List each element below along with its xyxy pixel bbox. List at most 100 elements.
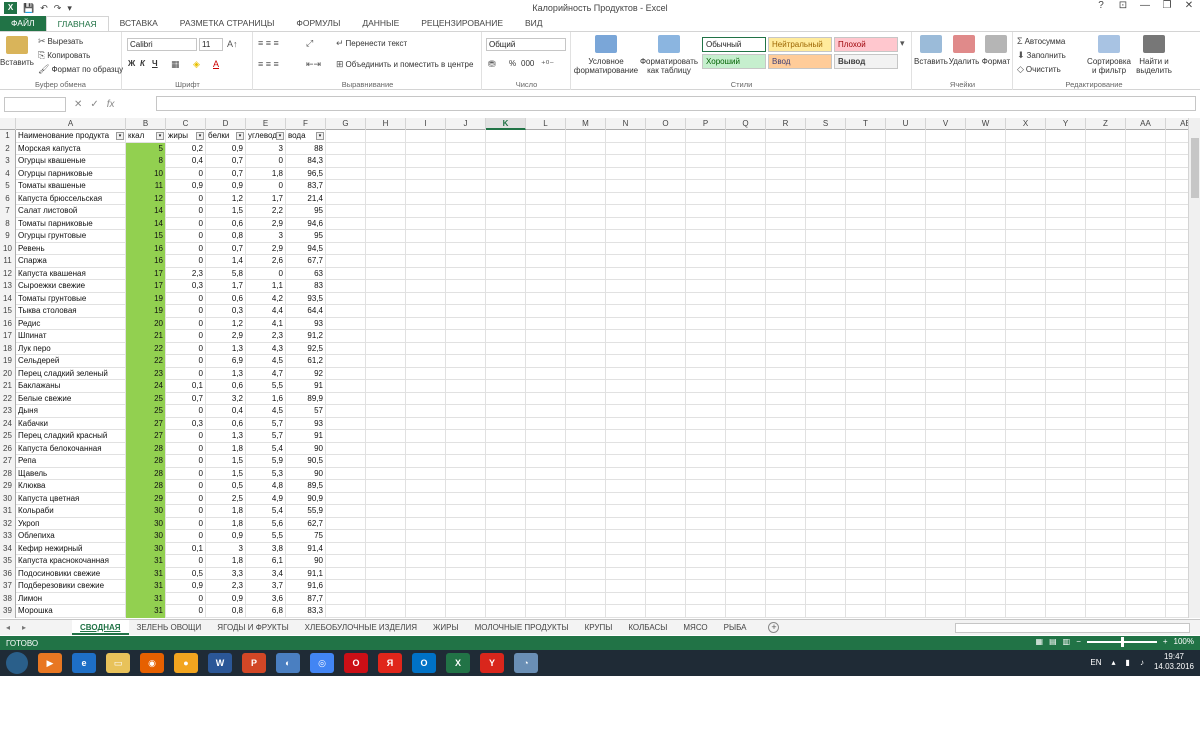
empty-cell[interactable] [646, 192, 686, 205]
empty-cell[interactable] [846, 417, 886, 430]
cell[interactable]: 95 [286, 230, 326, 243]
empty-cell[interactable] [1006, 517, 1046, 530]
sheet-tab[interactable]: ЖИРЫ [425, 620, 467, 635]
empty-cell[interactable] [846, 580, 886, 593]
empty-cell[interactable] [326, 267, 366, 280]
empty-cell[interactable] [566, 342, 606, 355]
select-all-corner[interactable] [0, 118, 16, 130]
empty-cell[interactable] [646, 605, 686, 618]
empty-cell[interactable] [846, 555, 886, 568]
empty-cell[interactable] [446, 255, 486, 268]
filter-dropdown-icon[interactable]: ▾ [236, 132, 244, 140]
cell[interactable]: 20 [126, 317, 166, 330]
row-number[interactable]: 31 [0, 505, 16, 518]
cell[interactable]: Кольраби [16, 505, 126, 518]
empty-cell[interactable] [966, 542, 1006, 555]
empty-cell[interactable] [966, 130, 1006, 143]
cell[interactable]: Сельдерей [16, 355, 126, 368]
empty-cell[interactable] [406, 417, 446, 430]
empty-cell[interactable] [766, 417, 806, 430]
cell[interactable]: 0,6 [206, 380, 246, 393]
empty-cell[interactable] [566, 592, 606, 605]
paste-button[interactable]: Вставить [0, 36, 34, 67]
cell[interactable]: 0,5 [166, 567, 206, 580]
cell[interactable]: Огурцы парниковые [16, 167, 126, 180]
empty-cell[interactable] [406, 592, 446, 605]
cell[interactable]: Облепиха [16, 530, 126, 543]
empty-cell[interactable] [526, 517, 566, 530]
empty-cell[interactable] [566, 467, 606, 480]
excel-taskbar-icon[interactable]: X [446, 653, 470, 673]
wrap-text-button[interactable]: ↵ Перенести текст [336, 38, 407, 49]
empty-cell[interactable] [566, 605, 606, 618]
empty-cell[interactable] [1086, 292, 1126, 305]
empty-cell[interactable] [886, 280, 926, 293]
empty-cell[interactable] [1166, 593, 1188, 606]
empty-cell[interactable] [966, 417, 1006, 430]
empty-cell[interactable] [1126, 155, 1166, 168]
cell[interactable]: 3 [246, 230, 286, 243]
empty-cell[interactable] [886, 605, 926, 618]
cell[interactable]: 5,5 [246, 380, 286, 393]
empty-cell[interactable] [566, 192, 606, 205]
empty-cell[interactable] [686, 230, 726, 243]
empty-cell[interactable] [846, 530, 886, 543]
empty-cell[interactable] [526, 530, 566, 543]
empty-cell[interactable] [526, 267, 566, 280]
cell[interactable]: 28 [126, 455, 166, 468]
empty-cell[interactable] [646, 555, 686, 568]
empty-cell[interactable] [406, 405, 446, 418]
empty-cell[interactable] [446, 305, 486, 318]
empty-cell[interactable] [326, 342, 366, 355]
cell[interactable]: 0 [166, 367, 206, 380]
empty-cell[interactable] [966, 392, 1006, 405]
empty-cell[interactable] [886, 505, 926, 518]
sheet-tab[interactable]: ЗЕЛЕНЬ ОВОЩИ [129, 620, 210, 635]
cell[interactable]: 14 [126, 205, 166, 218]
cell[interactable]: 91 [286, 380, 326, 393]
empty-cell[interactable] [1086, 605, 1126, 618]
empty-cell[interactable] [326, 455, 366, 468]
empty-cell[interactable] [966, 367, 1006, 380]
orientation-button[interactable]: ⤢ [306, 38, 313, 49]
empty-cell[interactable] [1166, 280, 1188, 293]
empty-cell[interactable] [926, 205, 966, 218]
empty-cell[interactable] [1046, 592, 1086, 605]
empty-cell[interactable] [886, 442, 926, 455]
misc-app-icon[interactable]: ◔ [514, 653, 538, 673]
empty-cell[interactable] [646, 367, 686, 380]
empty-cell[interactable] [806, 205, 846, 218]
cell[interactable]: Редис [16, 317, 126, 330]
empty-cell[interactable] [806, 380, 846, 393]
empty-cell[interactable] [646, 480, 686, 493]
empty-cell[interactable] [1006, 442, 1046, 455]
empty-cell[interactable] [1126, 255, 1166, 268]
empty-cell[interactable] [1006, 267, 1046, 280]
empty-cell[interactable] [446, 142, 486, 155]
empty-cell[interactable] [606, 530, 646, 543]
redo-icon[interactable]: ↷ [54, 3, 62, 14]
empty-cell[interactable] [566, 167, 606, 180]
cell[interactable]: 0,3 [166, 417, 206, 430]
empty-cell[interactable] [1086, 305, 1126, 318]
empty-cell[interactable] [1086, 205, 1126, 218]
empty-cell[interactable] [966, 267, 1006, 280]
column-header[interactable]: U [886, 118, 926, 130]
column-header[interactable]: AA [1126, 118, 1166, 130]
empty-cell[interactable] [846, 380, 886, 393]
cell[interactable]: 91,4 [286, 542, 326, 555]
empty-cell[interactable] [1166, 180, 1188, 193]
row-number[interactable]: 28 [0, 467, 16, 480]
cell[interactable]: 93,5 [286, 292, 326, 305]
empty-cell[interactable] [926, 142, 966, 155]
empty-cell[interactable] [486, 180, 526, 193]
currency-button[interactable]: ⛃ [488, 59, 496, 70]
cell[interactable]: 31 [126, 592, 166, 605]
column-header[interactable]: A [16, 118, 126, 130]
row-number[interactable]: 10 [0, 242, 16, 255]
empty-cell[interactable] [406, 555, 446, 568]
empty-cell[interactable] [1086, 567, 1126, 580]
empty-cell[interactable] [846, 455, 886, 468]
empty-cell[interactable] [726, 367, 766, 380]
zoom-slider[interactable] [1086, 636, 1157, 647]
